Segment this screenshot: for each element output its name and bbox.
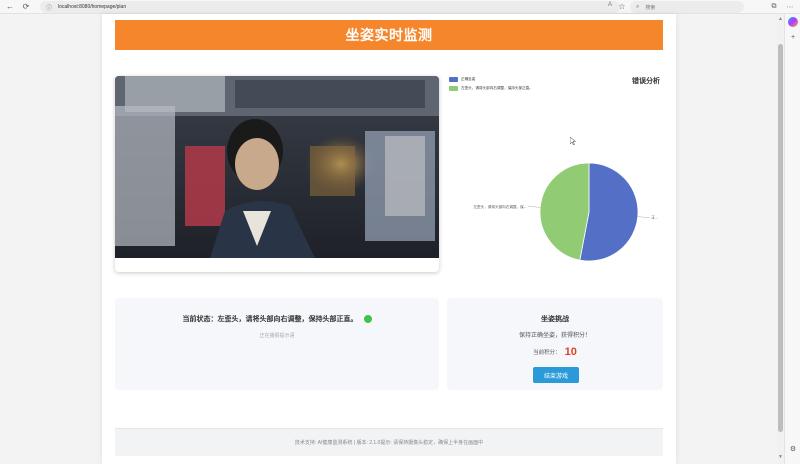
status-indicator-dot (363, 315, 372, 323)
footer-text: 技术支持: AI健康监测系统 | 版本: 2.1.0提示: 请保持摄像头稳定，确… (294, 440, 484, 446)
status-card: 当前状态：左歪头，请将头部向右调整，保持头部正直。 正在播报提示语 (115, 298, 439, 390)
pie-label-0: 正... (651, 216, 658, 220)
scroll-down-icon[interactable]: ▼ (777, 454, 784, 461)
add-icon[interactable]: + (785, 30, 800, 44)
game-title: 坐姿挑战 (541, 316, 569, 323)
error-analysis-chart: 错误分析 正确坐姿 左歪头，请将头部向右调整，保持头部正直。 正... 左歪头，请… (447, 76, 663, 276)
pie-label-line-0 (637, 216, 650, 218)
settings-icon[interactable]: ⚙ (785, 442, 800, 456)
end-game-button[interactable]: 结束游戏 (533, 367, 579, 383)
refresh-icon[interactable]: ⟳ (20, 1, 32, 13)
read-aloud-icon[interactable]: A (608, 2, 612, 8)
score-display: 当前积分： 10 (447, 346, 663, 358)
more-icon[interactable]: ⋯ (784, 1, 796, 13)
url-text: localhost:8080/homepage/plan (58, 4, 127, 10)
address-bar[interactable]: ⓘ localhost:8080/homepage/plan A (40, 1, 620, 13)
page-footer: 技术支持: AI健康监测系统 | 版本: 2.1.0提示: 请保持摄像头稳定，确… (115, 428, 663, 456)
search-box[interactable]: ⌕ 搜索 (630, 1, 744, 13)
score-value: 10 (564, 346, 577, 358)
status-label: 当前状态：左歪头，请将头部向右调整，保持头部正直。 (182, 316, 358, 323)
pie-label-line-1 (528, 206, 541, 208)
page-scrollbar[interactable]: ▲ ▼ (777, 14, 784, 464)
extensions-icon[interactable]: ⧉ (768, 1, 780, 13)
scroll-thumb[interactable] (778, 44, 783, 432)
page-header: 坐姿实时监测 (115, 20, 663, 50)
info-icon[interactable]: ⓘ (44, 2, 54, 12)
camera-card (115, 76, 439, 272)
page-title: 坐姿实时监测 (345, 27, 433, 43)
favorite-icon[interactable]: ☆ (616, 1, 628, 13)
browser-toolbar: ← ⟳ ⓘ localhost:8080/homepage/plan A ☆ ⌕… (0, 0, 800, 14)
copilot-icon[interactable] (785, 14, 800, 30)
search-icon: ⌕ (636, 3, 640, 10)
page-container: 坐姿实时监测 错误分析 正确坐姿 左歪头，请将头部向右调整，保持头部正直。 正.… (102, 14, 676, 464)
game-card: 坐姿挑战 保持正确坐姿，获得积分！ 当前积分： 10 结束游戏 (447, 298, 663, 390)
score-label: 当前积分： (533, 350, 561, 356)
mouse-cursor-icon (570, 137, 576, 145)
pie-chart: 正... 左歪头，请将头部向右调整，保... (473, 162, 658, 262)
camera-feed (115, 76, 439, 258)
pie-label-1: 左歪头，请将头部向右调整，保... (473, 204, 526, 209)
scroll-up-icon[interactable]: ▲ (777, 16, 784, 23)
game-hint: 保持正确坐姿，获得积分！ (518, 333, 591, 339)
search-placeholder: 搜索 (645, 4, 656, 11)
pie-slice-1[interactable] (539, 162, 590, 261)
status-subtext: 正在播报提示语 (259, 333, 295, 339)
back-icon[interactable]: ← (4, 1, 16, 13)
sidebar-rail: + ⚙ (784, 14, 800, 464)
